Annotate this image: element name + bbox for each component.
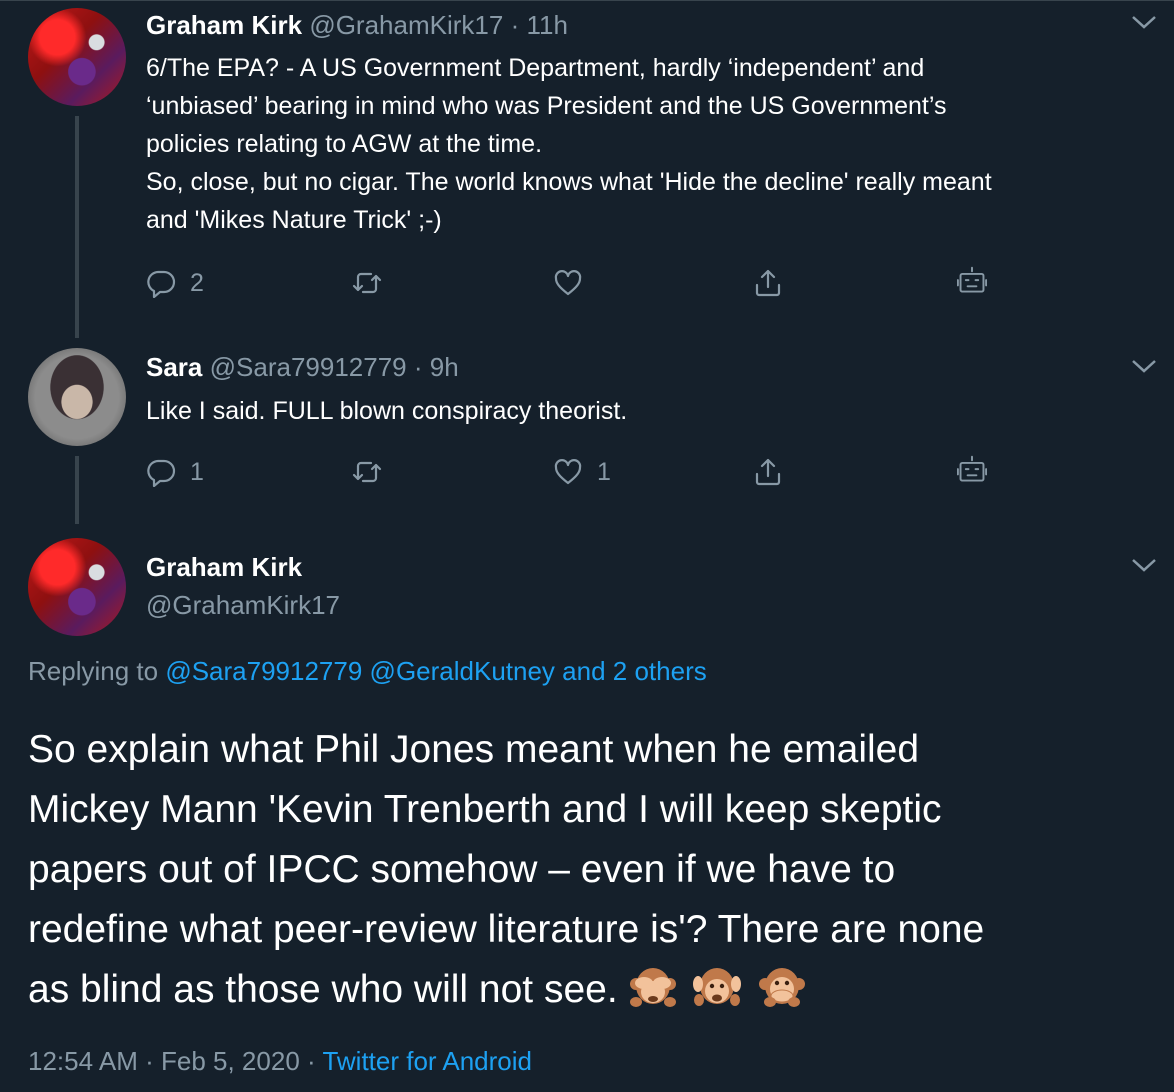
avatar[interactable] [28,538,126,636]
thread-line [75,116,79,338]
analytics-button[interactable] [957,266,987,296]
separator: · [145,1046,154,1076]
chevron-down-icon[interactable] [1130,555,1158,575]
like-icon [554,459,582,485]
like-button[interactable]: 1 [553,457,611,487]
main-tweet-text: So explain what Phil Jones meant when he… [28,720,1158,1020]
speak-no-evil-monkey-icon [759,968,806,1007]
tweet-text: 6/The EPA? - A US Government Department,… [146,49,1156,239]
avatar[interactable] [28,348,126,446]
share-button[interactable] [753,268,783,298]
mention-link[interactable]: @Sara79912779 [165,656,362,686]
share-icon [755,458,781,486]
tweet-line: policies relating to AGW at the time. [146,130,543,158]
tweet-line: So explain what Phil Jones meant when he… [28,728,920,771]
others-link[interactable]: and 2 others [562,656,707,686]
separator: · [510,10,520,40]
separator: · [307,1046,316,1076]
author-name[interactable]: Graham Kirk [146,10,302,40]
reply-button[interactable]: 1 [146,457,204,487]
reply-icon [147,270,176,298]
mention-link[interactable]: @GeraldKutney [370,656,555,686]
tweet-line: as blind as those who will not see. [28,968,618,1011]
analytics-bot-icon [957,455,987,482]
tweet-line: and 'Mikes Nature Trick' ;-) [146,206,442,234]
tweet-line-last: as blind as those who will not see. [28,960,1158,1020]
tweet-date[interactable]: Feb 5, 2020 [161,1046,300,1076]
tweet-line: So, close, but no cigar. The world knows… [146,168,992,196]
retweet-icon [352,461,382,483]
like-button[interactable] [553,268,583,298]
reply-count: 2 [190,268,204,297]
see-no-evil-monkey-icon [629,968,676,1007]
author-handle[interactable]: @GrahamKirk17 [309,10,503,40]
tweet-source[interactable]: Twitter for Android [322,1046,532,1076]
avatar[interactable] [28,8,126,106]
share-button[interactable] [753,457,783,487]
tweet-text: Like I said. FULL blown conspiracy theor… [146,397,628,425]
retweet-button[interactable] [352,457,382,487]
tweet-line: papers out of IPCC somehow – even if we … [28,848,896,891]
tweet-line: 6/The EPA? - A US Government Department,… [146,54,925,82]
top-divider [0,0,1174,1]
separator: · [413,352,423,382]
retweet-button[interactable] [352,268,382,298]
tweet-line: redefine what peer-review literature is'… [28,908,985,951]
replying-prefix: Replying to [28,656,159,686]
hear-no-evil-monkey-icon [693,968,742,1006]
author-handle[interactable]: @Sara79912779 [210,352,407,382]
analytics-button[interactable] [957,455,987,485]
tweet-meta: 12:54 AM · Feb 5, 2020 · Twitter for And… [28,1046,532,1077]
chevron-down-icon[interactable] [1130,356,1158,376]
retweet-icon [352,272,382,294]
chevron-down-icon[interactable] [1130,12,1158,32]
author-name[interactable]: Graham Kirk [146,552,302,583]
tweet-time[interactable]: 9h [430,352,459,382]
analytics-bot-icon [957,266,987,293]
share-icon [755,269,781,297]
reply-button[interactable]: 2 [146,268,204,298]
tweet-time[interactable]: 12:54 AM [28,1046,138,1076]
tweet-line: Mickey Mann 'Kevin Trenberth and I will … [28,788,942,831]
like-count: 1 [597,457,611,486]
tweet-author[interactable]: Sara @Sara79912779 · 9h [146,352,459,383]
author-handle[interactable]: @GrahamKirk17 [146,590,340,621]
tweet-time[interactable]: 11h [526,10,567,40]
author-name[interactable]: Sara [146,352,202,382]
reply-count: 1 [190,457,204,486]
tweet-author[interactable]: Graham Kirk @GrahamKirk17 · 11h [146,10,568,41]
thread-line [75,456,79,524]
replying-to: Replying to @Sara79912779 @GeraldKutney … [28,656,707,687]
reply-icon [147,459,176,487]
tweet-line: ‘unbiased’ bearing in mind who was Presi… [146,92,947,120]
like-icon [554,270,582,296]
